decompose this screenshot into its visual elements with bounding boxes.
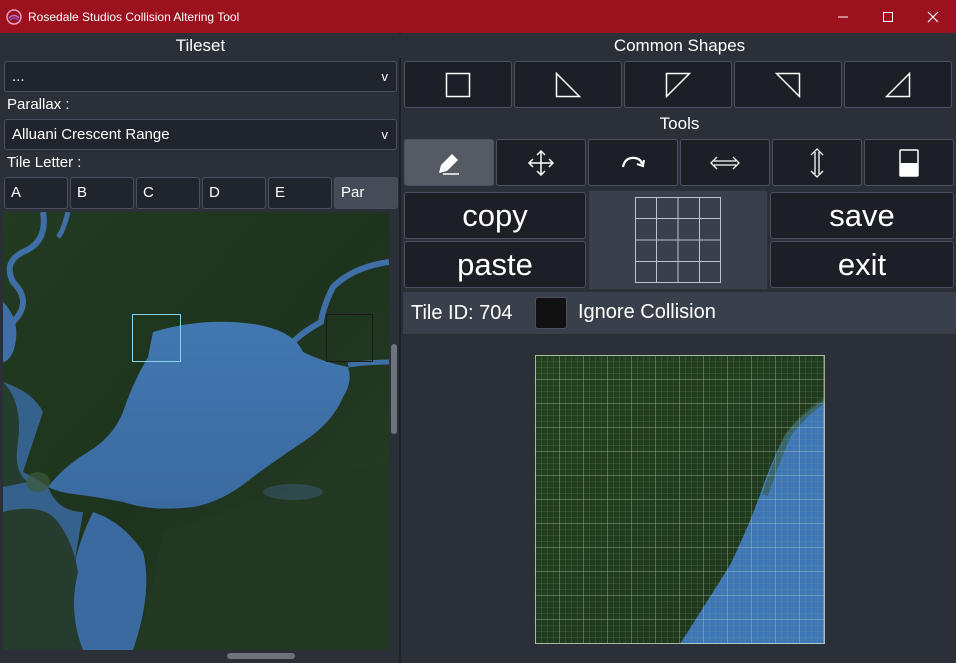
window-title: Rosedale Studios Collision Altering Tool: [28, 9, 240, 24]
horizontal-resize-icon: [710, 156, 740, 169]
app-window: Rosedale Studios Collision Altering Tool…: [0, 0, 956, 663]
right-panel: Common Shapes Tools copy paste save exit…: [403, 33, 956, 663]
tileset-selected: ...: [12, 68, 25, 85]
tile-letter-par-button[interactable]: Par: [334, 177, 398, 209]
shape-triangle-top-right-button[interactable]: [734, 61, 842, 108]
ignore-collision-checkbox[interactable]: [535, 297, 567, 329]
flip-horizontal-tool-button[interactable]: [680, 139, 770, 186]
triangle-bottom-right-icon: [885, 71, 911, 97]
triangle-top-right-icon: [775, 72, 801, 98]
minimize-button[interactable]: [820, 0, 866, 33]
parallax-map-image: [3, 212, 389, 650]
chevron-down-icon: v: [381, 127, 389, 142]
mini-grid-preview[interactable]: [589, 191, 767, 289]
move-tool-button[interactable]: [496, 139, 586, 186]
triangle-top-left-icon: [665, 72, 691, 98]
left-panel: Tileset ... v Parallax : Alluani Crescen…: [0, 33, 401, 663]
shape-triangle-bottom-left-button[interactable]: [514, 61, 622, 108]
pencil-tool-button[interactable]: [404, 139, 494, 186]
parallax-selected: Alluani Crescent Range: [12, 126, 170, 143]
shape-square-button[interactable]: [404, 61, 512, 108]
tileset-map-view[interactable]: [3, 212, 389, 650]
redo-icon: [621, 156, 645, 167]
tileset-dropdown[interactable]: ... v: [4, 61, 397, 92]
half-fill-icon: [899, 148, 919, 177]
minimize-icon: [838, 16, 848, 17]
parallax-dropdown[interactable]: Alluani Crescent Range v: [4, 119, 397, 150]
map-horizontal-scrollbar[interactable]: [3, 651, 389, 661]
maximize-icon: [883, 11, 893, 22]
common-shapes-header: Common Shapes: [613, 36, 746, 55]
exit-button[interactable]: exit: [770, 241, 954, 288]
tools-header: Tools: [659, 114, 700, 133]
vertical-resize-icon: [810, 147, 824, 178]
tileset-header: Tileset: [0, 34, 401, 58]
save-button[interactable]: save: [770, 192, 954, 239]
tile-letter-d-button[interactable]: D: [202, 177, 266, 209]
close-icon: [927, 11, 939, 22]
pencil-icon: [439, 153, 459, 175]
tile-id-label: Tile ID: 704: [411, 302, 513, 324]
tile-letter-label: Tile Letter :: [7, 154, 82, 171]
shape-triangle-top-left-button[interactable]: [624, 61, 732, 108]
app-logo-icon: [6, 8, 22, 25]
tile-letter-e-button[interactable]: E: [268, 177, 332, 209]
map-vertical-scroll-thumb[interactable]: [391, 344, 397, 434]
map-vertical-scrollbar[interactable]: [390, 212, 398, 650]
tile-letter-b-button[interactable]: B: [70, 177, 134, 209]
ignore-collision-label: Ignore Collision: [578, 301, 716, 323]
square-shape-icon: [445, 72, 471, 97]
shape-triangle-bottom-right-button[interactable]: [844, 61, 952, 108]
chevron-down-icon: v: [381, 69, 389, 84]
redo-tool-button[interactable]: [588, 139, 678, 186]
parallax-label: Parallax :: [7, 96, 70, 113]
tile-letter-a-button[interactable]: A: [4, 177, 68, 209]
collision-tile-editor[interactable]: [535, 355, 825, 644]
paste-button[interactable]: paste: [404, 241, 586, 288]
tile-grid-canvas: [535, 355, 825, 644]
title-bar[interactable]: Rosedale Studios Collision Altering Tool: [0, 0, 956, 33]
map-horizontal-scroll-thumb[interactable]: [227, 653, 295, 659]
maximize-button[interactable]: [865, 0, 911, 33]
triangle-bottom-left-icon: [555, 71, 581, 97]
fill-tool-button[interactable]: [864, 139, 954, 186]
grid-icon: [635, 197, 721, 283]
move-icon: [527, 149, 555, 176]
flip-vertical-tool-button[interactable]: [772, 139, 862, 186]
tile-info-bar: Tile ID: 704 Ignore Collision: [403, 292, 956, 334]
tile-letter-c-button[interactable]: C: [136, 177, 200, 209]
copy-button[interactable]: copy: [404, 192, 586, 239]
close-button[interactable]: [910, 0, 956, 33]
